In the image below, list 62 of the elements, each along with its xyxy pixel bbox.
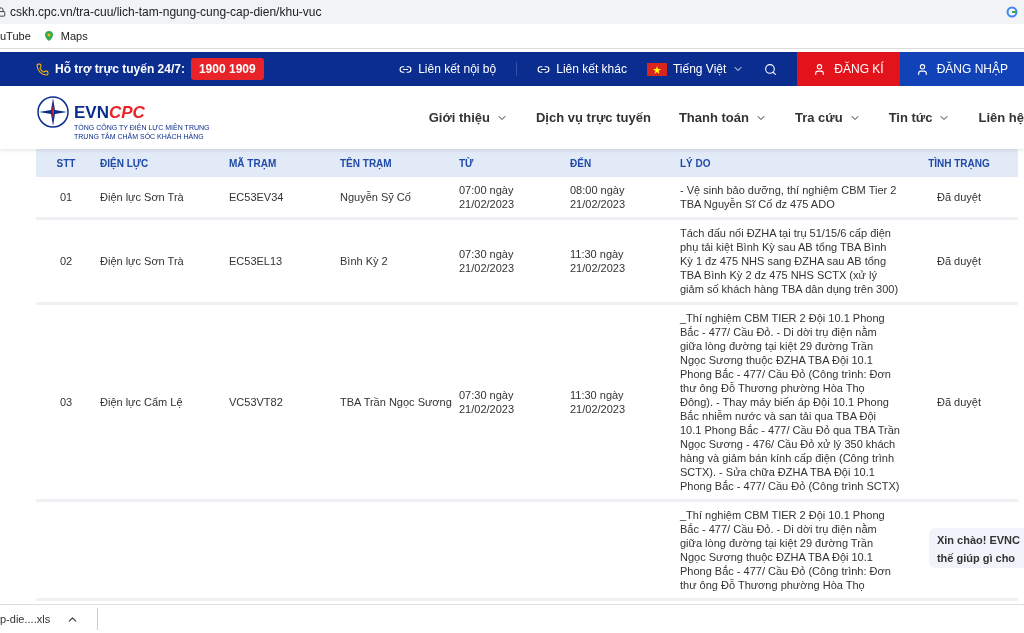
row-number: 01 — [59, 190, 73, 204]
start-time: 07:00 ngày 21/02/2023 — [458, 183, 516, 211]
header-link[interactable]: Liên kết khác — [517, 62, 647, 76]
nav-item[interactable]: Tin tức — [888, 110, 951, 125]
status-text: Đã duyệt — [937, 395, 981, 409]
nav-item[interactable]: Tra cứu — [794, 110, 861, 125]
hotline-badge[interactable]: 1900 1909 — [190, 58, 264, 80]
header-link[interactable]: Liên kết nội bộ — [379, 62, 517, 76]
column-header: ĐIỆN LỰC — [99, 157, 150, 169]
address-bar[interactable]: cskh.cpc.vn/tra-cuu/lich-tam-ngung-cung-cap-dien/khu-vuc — [0, 0, 1024, 24]
google-icon[interactable] — [1006, 6, 1018, 18]
power-company: Điện lực Sơn Trà — [99, 254, 184, 268]
url-text: cskh.cpc.vn/tra-cuu/lich-tam-ngung-cung-cap-dien/khu-vuc — [10, 5, 323, 19]
power-company: Điện lực Sơn Trà — [99, 190, 184, 204]
nav-item[interactable]: Dịch vụ trực tuyến — [536, 110, 651, 125]
user-icon — [813, 62, 827, 76]
column-header: LÝ DO — [679, 157, 712, 169]
search-icon[interactable] — [764, 62, 778, 76]
column-header: TỪ — [458, 157, 475, 169]
nav-item[interactable]: Giới thiệu — [428, 110, 508, 125]
map-pin-icon — [42, 30, 55, 42]
reason-text: Tách đấu nối ĐZHA tại trụ 51/15/6 cấp điện phụ tải kiệt Bình Kỳ sau AB tổng TBA Bình Kỳ 1 đz 475 NHS sang ĐZHA sau AB tổng TBA Bình Kỳ 2 đz 475 NHS SCTX (xử lý giảm số khách hàng TBA dân dụng trên 300) — [679, 226, 900, 296]
bookmark-link[interactable]: Maps — [42, 30, 88, 42]
phone-icon — [36, 62, 49, 76]
station-name: Bình Kỳ 2 — [339, 254, 388, 268]
row-number: 02 — [59, 254, 73, 268]
nav-item[interactable]: Liên hệ — [978, 110, 1024, 125]
column-header: MÃ TRẠM — [228, 157, 278, 169]
station-name: Nguyễn Sỹ Cố — [339, 190, 411, 204]
station-code: EC53EV34 — [228, 190, 284, 204]
chat-message: thế giúp gì cho — [936, 552, 1017, 564]
chat-message: Xin chào! EVNC — [936, 534, 1020, 546]
support-label: Hỗ trợ trực tuyến 24/7: — [55, 62, 185, 76]
login-button[interactable]: ĐĂNG NHẬP — [899, 52, 1024, 86]
column-header: TÊN TRẠM — [339, 157, 393, 169]
column-header: TÌNH TRẠNG — [927, 157, 991, 169]
language-selector[interactable]: Tiếng Việt — [646, 62, 753, 76]
flag-icon — [646, 62, 667, 76]
user-icon — [915, 62, 929, 76]
bookmark-link[interactable]: uTube — [0, 30, 31, 42]
reason-text: _Thí nghiệm CBM TIER 2 Đội 10.1 Phong Bắc - 477/ Cầu Đỏ. - Di dời trụ điện nằm giữa lòng đường tại kiệt 29 đường Trần Ngọc Sương thuộc ĐZHA TBA Đội 10.1 Phong Bắc - 477/ Cầu Đỏ (Công trình: Đơn thư ông Đỗ Thương phường Hòa Thọ — [679, 508, 892, 592]
power-company: Điện lực Cẩm Lệ — [99, 395, 183, 409]
reason-text: - Vệ sinh bảo dưỡng, thí nghiệm CBM Tier 2 TBA Nguyễn Sĩ Cố đz 475 ADO — [679, 183, 898, 211]
status-text: Đã duyệt — [937, 254, 981, 268]
logo-icon — [36, 94, 70, 129]
column-header: STT — [55, 157, 77, 169]
station-code: VC53VT82 — [228, 395, 283, 409]
nav-item[interactable]: Thanh toán — [678, 110, 767, 125]
start-time: 07:30 ngày 21/02/2023 — [458, 388, 516, 416]
end-time: 11:30 ngày 21/02/2023 — [569, 247, 627, 275]
start-time: 07:30 ngày 21/02/2023 — [458, 247, 516, 275]
reason-text: _Thí nghiệm CBM TIER 2 Đội 10.1 Phong Bắc - 477/ Cầu Đỏ. - Di dời trụ điện nằm giữa lòng đường tại kiệt 29 đường Trần Ngọc Sương thuộc ĐZHA TBA Đội 10.1 Phong Bắc - 477/ Cầu Đỏ (Công trình: Đơn thư ông Đỗ Thương phường Hòa Thọ Đông). - Thay máy biến áp Đội 10.1 Phong Bắc nhiễm nước và san tải qua TBA Đội 10.1 Phong Bắc - 477/ Cầu Đỏ qua TBA Trần Ngọc Sương - 476/ Cầu Đỏ xử lý 350 khách hàng và giảm bán kính cấp điện (Công trình SCTX). - Sửa chữa ĐZHA TBA Đội 10.1 Phong Bắc - 477/ Cầu Đỏ (Công trình SCTX) — [679, 311, 900, 493]
station-name: TBA Trần Ngọc Sương — [339, 395, 452, 409]
download-file-name[interactable]: p-die....xls — [0, 613, 51, 625]
logo-text: EVNCPC — [74, 102, 146, 123]
station-code: EC53EL13 — [228, 254, 283, 268]
register-button[interactable]: ĐĂNG KÍ — [797, 52, 900, 86]
end-time: 11:30 ngày 21/02/2023 — [569, 388, 627, 416]
end-time: 08:00 ngày 21/02/2023 — [569, 183, 627, 211]
row-number: 03 — [59, 395, 73, 409]
column-header: ĐẾN — [569, 157, 593, 169]
status-text: Đã duyệt — [937, 190, 981, 204]
